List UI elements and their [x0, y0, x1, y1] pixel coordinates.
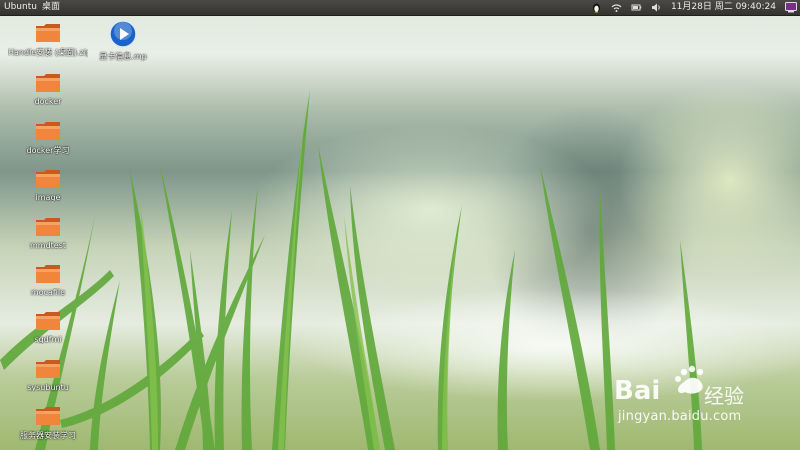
- folder-icon: [35, 358, 61, 380]
- desktop-item[interactable]: sgdfmi: [8, 310, 88, 344]
- desktop-item[interactable]: image: [8, 168, 88, 202]
- desktop-item[interactable]: mmdtest: [8, 216, 88, 250]
- top-panel: Ubuntu 桌面 11月28日 周二 09:40:24: [0, 0, 800, 16]
- desktop-item[interactable]: sysubuntu: [8, 358, 88, 392]
- desktop-item-label: 服务器安装学习: [20, 431, 76, 440]
- desktop-item-label: sysubuntu: [27, 383, 69, 392]
- media-play-icon: [109, 20, 137, 48]
- desktop-item-label: docker学习: [26, 146, 70, 155]
- desktop-item-label: mocafile: [30, 288, 66, 297]
- baidu-jingyan-watermark: Bai 经验 jingyan.baidu.com: [612, 362, 792, 432]
- folder-icon: [35, 72, 61, 94]
- folder-icon: [35, 22, 61, 44]
- desktop-item[interactable]: 服务器安装学习: [8, 405, 88, 441]
- desktop-item-label: 显卡信息.mp: [99, 52, 147, 61]
- desktop-item-label: Handle安装 (桌面).zip: [8, 48, 88, 57]
- folder-icon: [35, 216, 61, 238]
- penguin-icon[interactable]: [591, 2, 602, 13]
- folder-icon: [35, 310, 61, 332]
- folder-icon: [35, 263, 61, 285]
- watermark-url: jingyan.baidu.com: [618, 409, 742, 424]
- location-label: 桌面: [41, 2, 60, 12]
- desktop-item-label: image: [35, 193, 61, 202]
- network-icon[interactable]: [611, 2, 622, 13]
- session-icon[interactable]: [785, 2, 797, 13]
- desktop-item[interactable]: Handle安装 (桌面).zip: [8, 22, 88, 58]
- folder-icon: [35, 168, 61, 190]
- desktop-item[interactable]: mocafile: [8, 263, 88, 297]
- app-name[interactable]: Ubuntu: [4, 0, 37, 15]
- clock[interactable]: 11月28日 周二 09:40:24: [671, 0, 776, 15]
- desktop-item[interactable]: 显卡信息.mp: [83, 20, 163, 62]
- watermark-brand: Bai: [614, 376, 661, 406]
- watermark-brand-suffix: 经验: [704, 384, 744, 408]
- folder-icon: [35, 405, 61, 427]
- desktop-item[interactable]: docker: [8, 72, 88, 106]
- desktop-item-label: mmdtest: [29, 241, 67, 250]
- desktop-item-label: docker: [34, 97, 62, 106]
- folder-icon: [35, 120, 61, 142]
- battery-icon[interactable]: [631, 2, 642, 13]
- desktop-item-label: sgdfmi: [34, 335, 62, 344]
- volume-icon[interactable]: [651, 2, 662, 13]
- desktop-item[interactable]: docker学习: [8, 120, 88, 156]
